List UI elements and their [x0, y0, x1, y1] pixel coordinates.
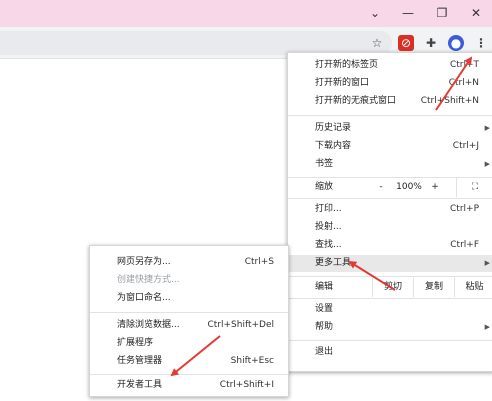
submenu-item-label: 为窗口命名...	[117, 293, 171, 303]
menu-item-shortcut: Ctrl+P	[450, 204, 479, 214]
menu-item-label: 打开新的标签页	[315, 60, 379, 70]
restore-button[interactable]: ❐	[431, 3, 453, 23]
menu-item-new-tab[interactable]: 打开新的标签页 Ctrl+T	[288, 57, 492, 74]
submenu-item-shortcut: Shift+Esc	[230, 356, 274, 366]
menu-divider	[90, 374, 288, 375]
submenu-item-label: 扩展程序	[117, 338, 154, 348]
zoom-in-button[interactable]: +	[422, 178, 448, 197]
menu-item-label: 设置	[315, 304, 334, 314]
menu-divider	[288, 115, 492, 116]
title-bar: ⌄ — ❐ ✕	[0, 0, 492, 27]
cut-button[interactable]: 剪切	[372, 278, 413, 297]
submenu-arrow-icon: ▶	[484, 124, 490, 132]
menu-item-label: 打开新的窗口	[315, 78, 370, 88]
submenu-item-clear-data[interactable]: 清除浏览数据... Ctrl+Shift+Del	[90, 317, 288, 334]
bookmark-star-icon[interactable]: ☆	[369, 35, 385, 51]
submenu-item-name-window[interactable]: 为窗口命名...	[90, 290, 288, 307]
menu-item-print[interactable]: 打印... Ctrl+P	[288, 201, 492, 218]
menu-item-help[interactable]: 帮助 ▶	[288, 319, 492, 336]
menu-item-shortcut: Ctrl+F	[450, 240, 479, 250]
zoom-label: 缩放	[315, 182, 334, 192]
submenu-item-label: 开发者工具	[117, 380, 163, 390]
menu-item-label: 投射...	[315, 222, 342, 232]
submenu-item-devtools[interactable]: 开发者工具 Ctrl+Shift+I	[90, 377, 288, 394]
copy-button[interactable]: 复制	[413, 278, 454, 297]
menu-item-history[interactable]: 历史记录 ▶	[288, 120, 492, 137]
chrome-menu-icon[interactable]: ⋮	[473, 35, 489, 51]
menu-item-shortcut: Ctrl+T	[449, 60, 479, 70]
extension-icon[interactable]: ⊘	[398, 35, 414, 51]
menu-item-label: 打印...	[315, 204, 342, 214]
tab-search-icon[interactable]: ⌄	[364, 3, 386, 23]
menu-item-shortcut: Ctrl+Shift+N	[420, 96, 479, 106]
edit-label: 编辑	[315, 282, 334, 292]
menu-item-label: 书签	[315, 159, 334, 169]
menu-item-shortcut: Ctrl+N	[448, 78, 479, 88]
submenu-item-extensions[interactable]: 扩展程序	[90, 335, 288, 352]
submenu-item-create-shortcut[interactable]: 创建快捷方式...	[90, 272, 288, 289]
menu-item-new-incognito[interactable]: 打开新的无痕式窗口 Ctrl+Shift+N	[288, 93, 492, 110]
menu-item-label: 帮助	[315, 322, 334, 332]
minimize-button[interactable]: —	[397, 3, 419, 23]
submenu-item-task-manager[interactable]: 任务管理器 Shift+Esc	[90, 353, 288, 370]
extensions-puzzle-icon[interactable]: ✚	[423, 35, 439, 51]
menu-item-label: 更多工具	[315, 258, 352, 268]
zoom-row: 缩放 - 100% + ⛶	[288, 178, 492, 197]
menu-divider	[288, 340, 492, 341]
submenu-arrow-icon: ▶	[484, 323, 490, 331]
menu-item-shortcut: Ctrl+J	[452, 141, 479, 151]
menu-item-label: 历史记录	[315, 123, 352, 133]
zoom-level: 100%	[396, 182, 422, 192]
submenu-arrow-icon: ▶	[484, 259, 490, 267]
more-tools-submenu: 网页另存为... Ctrl+S 创建快捷方式... 为窗口命名... 清除浏览数据…	[89, 245, 289, 397]
menu-item-find[interactable]: 查找... Ctrl+F	[288, 237, 492, 254]
menu-item-exit[interactable]: 退出	[288, 344, 492, 361]
submenu-item-label: 网页另存为...	[117, 257, 171, 267]
menu-divider	[288, 298, 492, 299]
menu-divider	[288, 198, 492, 199]
menu-item-label: 下载内容	[315, 141, 352, 151]
fullscreen-icon[interactable]: ⛶	[456, 178, 492, 197]
menu-item-bookmarks[interactable]: 书签 ▶	[288, 156, 492, 173]
close-button[interactable]: ✕	[465, 3, 487, 23]
menu-item-cast[interactable]: 投射...	[288, 219, 492, 236]
submenu-item-shortcut: Ctrl+S	[244, 257, 274, 267]
profile-avatar-icon[interactable]: ●	[448, 35, 464, 51]
submenu-item-shortcut: Ctrl+Shift+Del	[207, 320, 274, 330]
submenu-item-label: 任务管理器	[117, 356, 163, 366]
chrome-main-menu: 打开新的标签页 Ctrl+T 打开新的窗口 Ctrl+N 打开新的无痕式窗口 Ctrl…	[287, 52, 492, 372]
submenu-item-label: 创建快捷方式...	[117, 275, 180, 285]
menu-divider	[288, 276, 492, 277]
menu-item-settings[interactable]: 设置	[288, 301, 492, 318]
edit-row: 编辑 剪切 复制 粘贴	[288, 278, 492, 297]
menu-item-more-tools[interactable]: 更多工具 ▶	[288, 255, 492, 272]
submenu-item-label: 清除浏览数据...	[117, 320, 180, 330]
menu-item-downloads[interactable]: 下载内容 Ctrl+J	[288, 138, 492, 155]
menu-divider	[90, 312, 288, 313]
paste-button[interactable]: 粘贴	[454, 278, 492, 297]
menu-item-label: 打开新的无痕式窗口	[315, 96, 397, 106]
menu-item-new-window[interactable]: 打开新的窗口 Ctrl+N	[288, 75, 492, 92]
submenu-arrow-icon: ▶	[484, 160, 490, 168]
menu-item-label: 退出	[315, 347, 334, 357]
submenu-item-save-page[interactable]: 网页另存为... Ctrl+S	[90, 254, 288, 271]
submenu-item-shortcut: Ctrl+Shift+I	[219, 380, 274, 390]
menu-item-label: 查找...	[315, 240, 342, 250]
